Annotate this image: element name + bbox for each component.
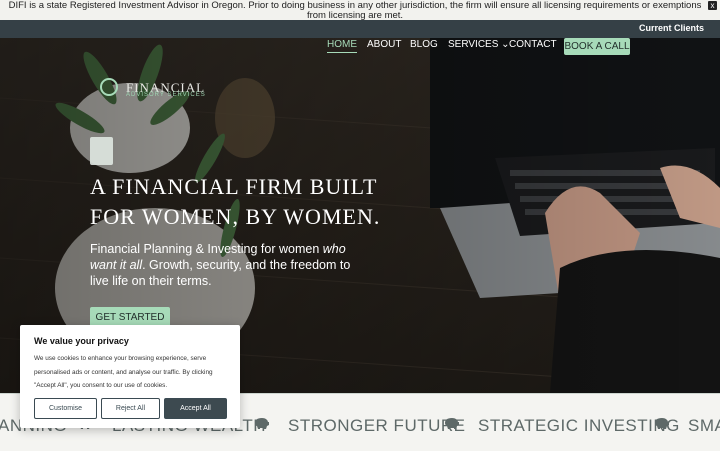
nav-contact[interactable]: CONTACT bbox=[509, 39, 557, 50]
ticker-item: STRONGER FUTURE bbox=[288, 416, 466, 435]
nav-services[interactable]: SERVICES ⌄ bbox=[448, 39, 510, 50]
nav-services-label: SERVICES bbox=[448, 39, 499, 50]
cookie-consent-dialog: We value your privacy We use cookies to … bbox=[20, 325, 240, 428]
current-clients-link[interactable]: Current Clients bbox=[639, 23, 704, 33]
jurisdiction-notice: DIFI is a state Registered Investment Ad… bbox=[0, 0, 720, 20]
hero-heading: A FINANCIAL FIRM BUILT FOR WOMEN, BY WOM… bbox=[90, 174, 381, 229]
nav-home[interactable]: HOME bbox=[327, 39, 357, 53]
accept-all-button[interactable]: Accept All bbox=[164, 398, 227, 419]
close-icon[interactable]: x bbox=[708, 1, 717, 10]
nav-blog[interactable]: BLOG bbox=[410, 39, 438, 50]
logo-mark-icon bbox=[100, 78, 118, 96]
top-utility-bar: Current Clients bbox=[0, 20, 720, 38]
cookie-title: We value your privacy bbox=[34, 336, 129, 346]
ticker-item: SMA bbox=[688, 416, 720, 435]
logo-tagline: ADVISORY SERVICES bbox=[126, 92, 206, 98]
piggy-bank-icon bbox=[655, 418, 669, 429]
ticker-item: STRATEGIC INVESTING bbox=[478, 416, 680, 435]
hero-accent-box bbox=[90, 137, 113, 165]
hero-subheading: Financial Planning & Investing for women… bbox=[90, 242, 351, 288]
nav-about[interactable]: ABOUT bbox=[367, 39, 401, 50]
cookie-description: We use cookies to enhance your browsing … bbox=[34, 355, 213, 389]
reject-all-button[interactable]: Reject All bbox=[101, 398, 160, 419]
piggy-bank-icon bbox=[255, 418, 269, 429]
notice-text: DIFI is a state Registered Investment Ad… bbox=[8, 0, 702, 21]
piggy-bank-icon bbox=[445, 418, 459, 429]
book-a-call-button[interactable]: BOOK A CALL bbox=[564, 38, 630, 55]
customise-button[interactable]: Customise bbox=[34, 398, 97, 419]
